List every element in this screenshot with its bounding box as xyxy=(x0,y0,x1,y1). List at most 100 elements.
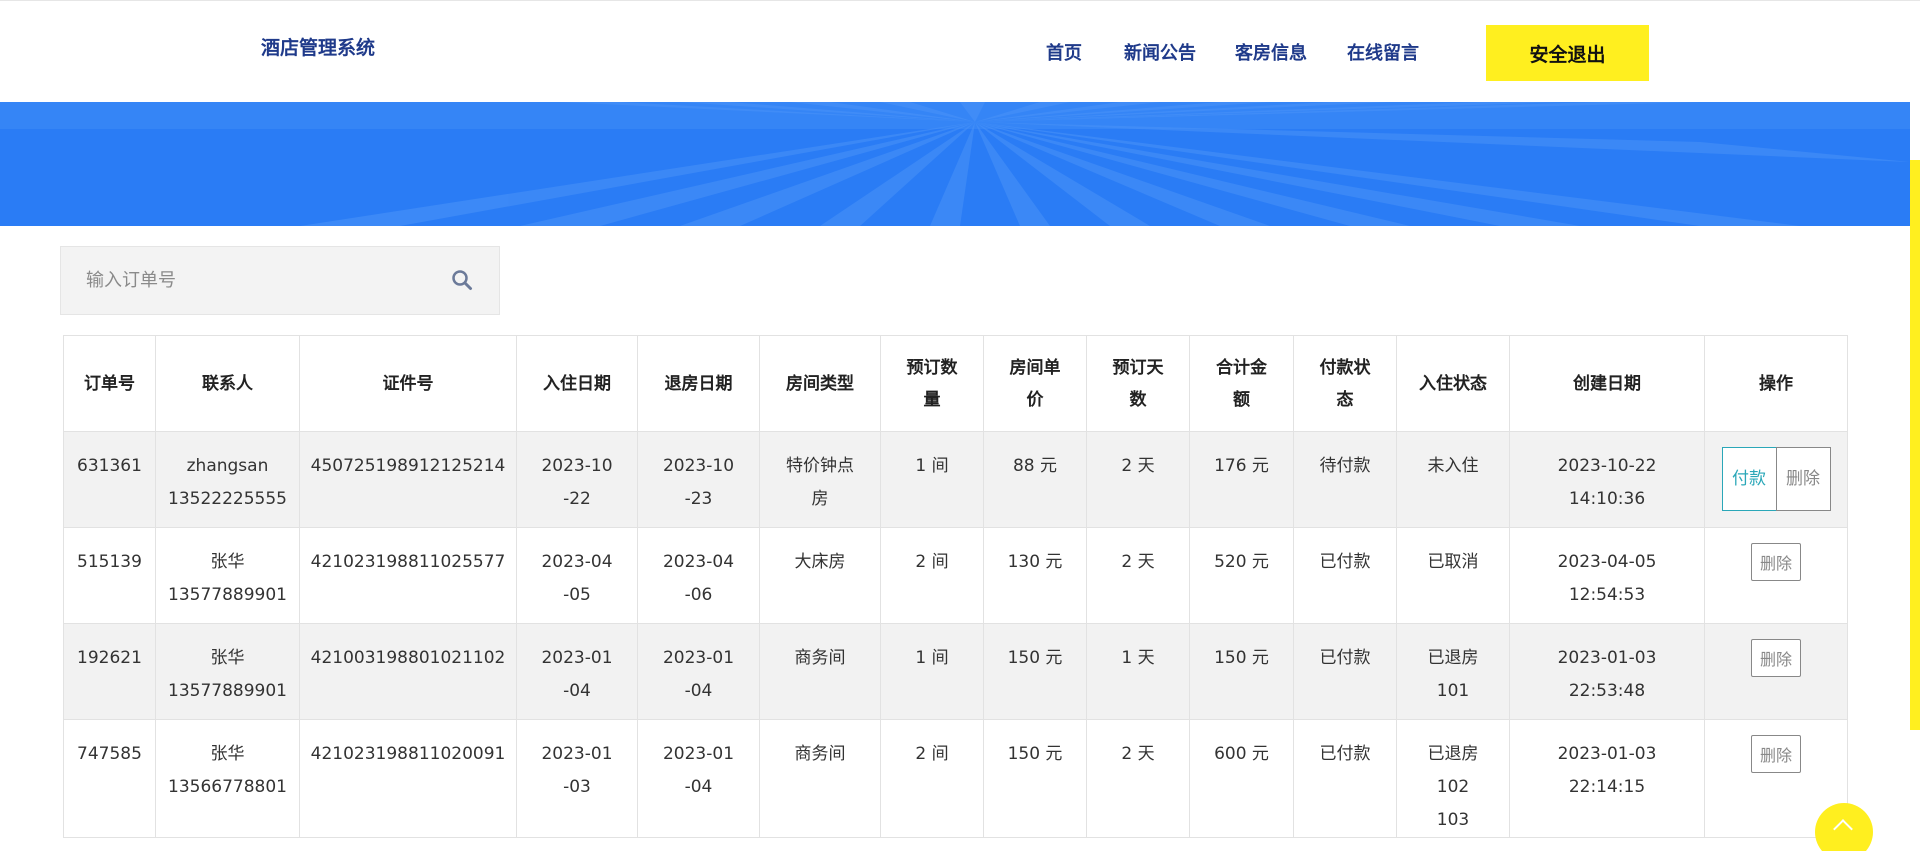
banner-rays xyxy=(0,102,1910,226)
col-stay-status: 入住状态 xyxy=(1396,335,1510,432)
cell-created: 2023-10-22 14:10:36 xyxy=(1509,431,1705,528)
cell-total: 600 元 xyxy=(1189,719,1294,838)
order-search-box xyxy=(60,246,500,315)
cell-room-type: 特价钟点房 xyxy=(759,431,881,528)
nav-news[interactable]: 新闻公告 xyxy=(1124,39,1196,65)
row-actions: 付款 删除 xyxy=(1711,447,1841,511)
cell-pay-status: 已付款 xyxy=(1293,623,1397,720)
cell-order-no: 515139 xyxy=(63,527,156,624)
cell-order-no: 192621 xyxy=(63,623,156,720)
created-time: 22:53:48 xyxy=(1568,681,1646,701)
nav-home[interactable]: 首页 xyxy=(1046,39,1082,65)
cell-checkin: 2023-01-04 xyxy=(516,623,638,720)
cell-checkout: 2023-04-06 xyxy=(637,527,760,624)
chevron-up-icon xyxy=(1833,819,1853,839)
hero-banner xyxy=(0,102,1910,226)
col-unit-price: 房间单价 xyxy=(983,335,1087,432)
table-row: 515139 张华 13577889901 421023198811025577… xyxy=(63,527,1848,624)
contact-phone: 13577889901 xyxy=(168,585,287,605)
cell-actions: 付款 删除 xyxy=(1704,431,1848,528)
created-date: 2023-10-22 xyxy=(1557,456,1657,476)
cell-days: 2 天 xyxy=(1086,527,1190,624)
contact-name: 张华 xyxy=(210,744,245,764)
search-icon[interactable] xyxy=(451,269,473,291)
stay-status-line: 未入住 xyxy=(1427,456,1479,476)
stay-room-number: 101 xyxy=(1436,681,1470,701)
cell-stay-status: 已取消 xyxy=(1396,527,1510,624)
cell-days: 2 天 xyxy=(1086,431,1190,528)
contact-phone: 13577889901 xyxy=(168,681,287,701)
cell-total: 150 元 xyxy=(1189,623,1294,720)
order-search-input[interactable] xyxy=(61,247,441,314)
delete-button[interactable]: 删除 xyxy=(1750,639,1801,677)
contact-name: zhangsan xyxy=(186,456,269,476)
created-time: 22:14:15 xyxy=(1568,777,1646,797)
delete-button[interactable]: 删除 xyxy=(1775,447,1831,511)
col-order-no: 订单号 xyxy=(63,335,156,432)
cell-contact: zhangsan 13522225555 xyxy=(155,431,300,528)
col-created: 创建日期 xyxy=(1509,335,1705,432)
col-id-no: 证件号 xyxy=(299,335,517,432)
cell-actions: 删除 xyxy=(1704,623,1848,720)
cell-contact: 张华 13577889901 xyxy=(155,623,300,720)
cell-checkout: 2023-01-04 xyxy=(637,719,760,838)
created-date: 2023-04-05 xyxy=(1557,552,1657,572)
cell-contact: 张华 13566778801 xyxy=(155,719,300,838)
cell-contact: 张华 13577889901 xyxy=(155,527,300,624)
cell-checkout: 2023-01-04 xyxy=(637,623,760,720)
cell-id-no: 421003198801021102 xyxy=(299,623,517,720)
cell-checkin: 2023-10-22 xyxy=(516,431,638,528)
col-quantity: 预订数量 xyxy=(880,335,984,432)
cell-quantity: 2 间 xyxy=(880,719,984,838)
created-date: 2023-01-03 xyxy=(1557,744,1657,764)
cell-actions: 删除 xyxy=(1704,527,1848,624)
pay-button[interactable]: 付款 xyxy=(1721,447,1777,511)
back-to-top-button[interactable] xyxy=(1815,803,1873,851)
cell-pay-status: 已付款 xyxy=(1293,527,1397,624)
col-contact: 联系人 xyxy=(155,335,300,432)
cell-quantity: 1 间 xyxy=(880,623,984,720)
cell-stay-status: 未入住 xyxy=(1396,431,1510,528)
cell-checkin: 2023-01-03 xyxy=(516,719,638,838)
cell-checkin: 2023-04-05 xyxy=(516,527,638,624)
logout-button[interactable]: 安全退出 xyxy=(1486,25,1649,81)
cell-created: 2023-04-05 12:54:53 xyxy=(1509,527,1705,624)
table-header-row: 订单号 联系人 证件号 入住日期 退房日期 房间类型 预订数量 房间单价 预订天… xyxy=(63,335,1848,432)
cell-total: 520 元 xyxy=(1189,527,1294,624)
scroll-indicator-bar[interactable] xyxy=(1910,160,1920,730)
site-brand[interactable]: 酒店管理系统 xyxy=(261,33,375,60)
row-actions: 删除 xyxy=(1711,639,1841,677)
cell-unit-price: 130 元 xyxy=(983,527,1087,624)
table-row: 747585 张华 13566778801 421023198811020091… xyxy=(63,719,1848,838)
cell-pay-status: 已付款 xyxy=(1293,719,1397,838)
created-time: 12:54:53 xyxy=(1568,585,1646,605)
cell-created: 2023-01-03 22:53:48 xyxy=(1509,623,1705,720)
cell-room-type: 商务间 xyxy=(759,719,881,838)
top-header: 酒店管理系统 首页 新闻公告 客房信息 在线留言 安全退出 xyxy=(0,0,1920,102)
delete-button[interactable]: 删除 xyxy=(1750,735,1801,773)
stay-status-line: 已退房 xyxy=(1427,648,1479,668)
cell-stay-status: 已退房 101 xyxy=(1396,623,1510,720)
col-days: 预订天数 xyxy=(1086,335,1190,432)
cell-unit-price: 150 元 xyxy=(983,623,1087,720)
cell-stay-status: 已退房 102 103 xyxy=(1396,719,1510,838)
cell-unit-price: 88 元 xyxy=(983,431,1087,528)
stay-status-line: 已退房 xyxy=(1427,744,1479,764)
col-checkin: 入住日期 xyxy=(516,335,638,432)
col-room-type: 房间类型 xyxy=(759,335,881,432)
col-pay-status: 付款状态 xyxy=(1293,335,1397,432)
nav-messages[interactable]: 在线留言 xyxy=(1347,39,1419,65)
cell-quantity: 2 间 xyxy=(880,527,984,624)
row-actions: 删除 xyxy=(1711,543,1841,581)
table-row: 192621 张华 13577889901 421003198801021102… xyxy=(63,623,1848,720)
cell-quantity: 1 间 xyxy=(880,431,984,528)
col-actions: 操作 xyxy=(1704,335,1848,432)
col-checkout: 退房日期 xyxy=(637,335,760,432)
contact-phone: 13522225555 xyxy=(168,489,287,509)
delete-button[interactable]: 删除 xyxy=(1750,543,1801,581)
nav-rooms[interactable]: 客房信息 xyxy=(1235,39,1307,65)
created-time: 14:10:36 xyxy=(1568,489,1646,509)
contact-phone: 13566778801 xyxy=(168,777,287,797)
contact-name: 张华 xyxy=(210,648,245,668)
cell-order-no: 747585 xyxy=(63,719,156,838)
